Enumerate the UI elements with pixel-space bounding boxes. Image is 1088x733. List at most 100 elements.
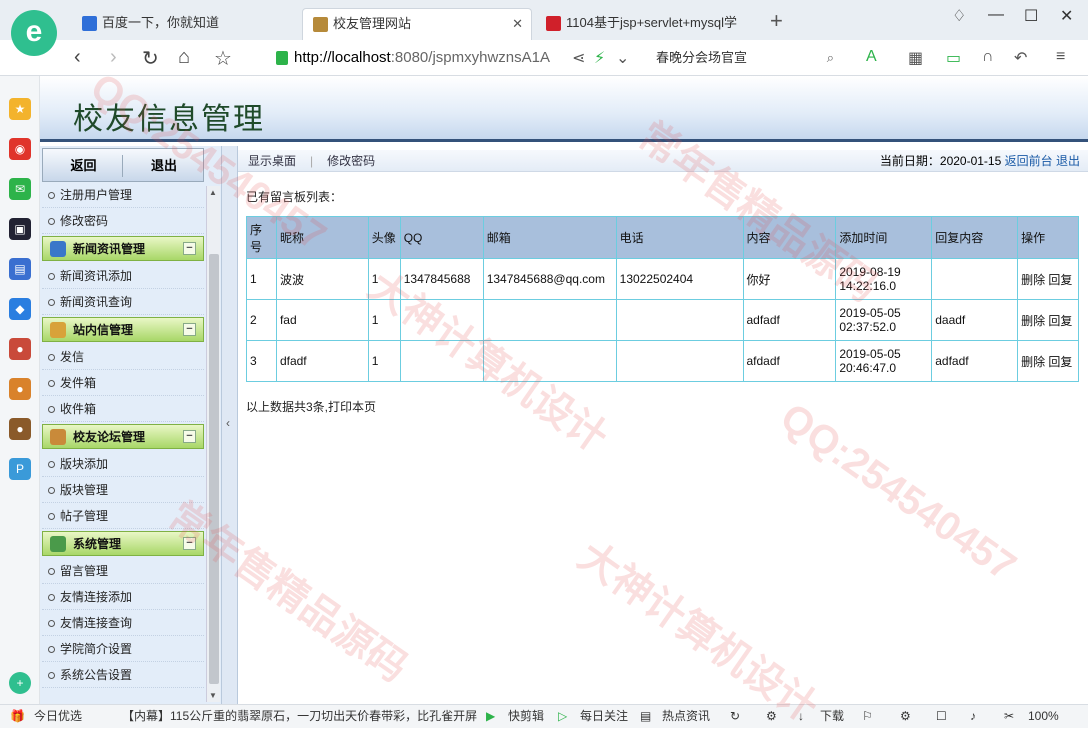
refresh-icon[interactable]: ↻ — [142, 46, 159, 71]
table-cell: 3 — [246, 340, 277, 382]
mail-icon[interactable]: ✉ — [9, 178, 31, 200]
game-icon-1[interactable]: ● — [9, 338, 31, 360]
sidebar-item[interactable]: 系统公告设置 — [42, 662, 204, 688]
news-ticker[interactable]: 【内幕】115公斤重的翡翠原石，一刀切出天价春带彩，比孔雀开屏 — [122, 705, 482, 727]
collapse-icon[interactable]: − — [183, 537, 196, 550]
screenshot-icon[interactable]: ✂ — [1004, 705, 1014, 727]
tab-baidu[interactable]: 百度一下，你就知道 — [72, 8, 297, 40]
battery-icon[interactable]: ▭ — [946, 48, 961, 68]
window-icon[interactable]: ☐ — [936, 705, 947, 727]
show-desktop-link[interactable]: 显示桌面 — [248, 154, 296, 168]
back-icon[interactable]: ‹ — [74, 46, 81, 69]
sidebar-item[interactable]: 收件箱 — [42, 396, 204, 422]
tab-1104[interactable]: 1104基于jsp+servlet+mysql学 — [536, 8, 766, 40]
download-icon[interactable]: ↓ — [798, 705, 804, 727]
refresh-small-icon[interactable]: ↻ — [730, 705, 740, 727]
scroll-thumb[interactable] — [209, 254, 219, 684]
sidebar-item[interactable]: 注册用户管理 — [42, 182, 204, 208]
reply-link[interactable]: 回复 — [1048, 273, 1072, 287]
collapse-icon[interactable]: − — [183, 323, 196, 336]
close-tab-icon[interactable]: ✕ — [512, 9, 523, 39]
undo-icon[interactable]: ↶ — [1014, 48, 1027, 68]
reply-link[interactable]: 回复 — [1048, 314, 1072, 328]
collapse-arrow-icon[interactable]: ‹ — [226, 416, 230, 430]
table-cell: daadf — [931, 299, 1019, 341]
game-icon-3[interactable]: ● — [9, 418, 31, 440]
sidebar-item[interactable]: 版块添加 — [42, 451, 204, 477]
sidebar-item[interactable]: 友情连接查询 — [42, 610, 204, 636]
hot-news-link[interactable]: 热点资讯 — [662, 705, 710, 727]
add-plus-icon[interactable]: + — [9, 672, 31, 694]
daily-focus-link[interactable]: 每日关注 — [580, 705, 628, 727]
sidebar-scrollbar[interactable]: ▲ ▼ — [206, 186, 220, 702]
change-password-link[interactable]: 修改密码 — [327, 154, 375, 168]
sidebar-group-label: 校友论坛管理 — [73, 430, 146, 444]
sidebar-splitter[interactable]: ‹ — [222, 146, 238, 704]
tab-active-xiaoyou[interactable]: 校友管理网站 ✕ — [302, 8, 532, 40]
sidebar-item[interactable]: 新闻资讯添加 — [42, 263, 204, 289]
sidebar-group[interactable]: 系统管理 − — [42, 531, 204, 556]
share-icon[interactable]: ⋖ — [572, 48, 585, 68]
collapse-icon[interactable]: − — [183, 430, 196, 443]
exit-button[interactable]: 退出 — [125, 155, 203, 177]
zoom-level[interactable]: 100% — [1028, 705, 1059, 727]
column-header: 操作 — [1017, 216, 1079, 259]
logout-link[interactable]: 退出 — [1056, 154, 1080, 168]
search-box[interactable]: 春晚分会场官宣 ⌕ — [648, 45, 840, 71]
sidebar-group[interactable]: 站内信管理 − — [42, 317, 204, 342]
sidebar-item[interactable]: 修改密码 — [42, 208, 204, 234]
volume-icon[interactable]: ♪ — [970, 705, 976, 727]
maximize-icon[interactable]: ☐ — [1024, 6, 1038, 26]
dropdown-icon[interactable]: ⌄ — [616, 48, 629, 68]
game-app-icon[interactable]: ▣ — [9, 218, 31, 240]
browser-logo-icon[interactable]: e — [11, 10, 57, 56]
favorites-star-icon[interactable]: ★ — [9, 98, 31, 120]
menu-icon[interactable]: ≡ — [1056, 48, 1065, 66]
browser-navbar: ‹ › ↻ ⌂ ☆ http://localhost:8080/jspmxyhw… — [0, 40, 1088, 76]
sidebar-item[interactable]: 版块管理 — [42, 477, 204, 503]
search-icon[interactable]: ⌕ — [827, 45, 834, 71]
sidebar-item[interactable]: 发信 — [42, 344, 204, 370]
sidebar-item[interactable]: 帖子管理 — [42, 503, 204, 529]
sidebar-item[interactable]: 友情连接添加 — [42, 584, 204, 610]
sidebar-item[interactable]: 留言管理 — [42, 558, 204, 584]
sidebar-item[interactable]: 新闻资讯查询 — [42, 289, 204, 315]
scroll-down-icon[interactable]: ▼ — [209, 691, 217, 700]
delete-link[interactable]: 删除 — [1021, 314, 1045, 328]
table-footer: 以上数据共3条,打印本页 — [246, 400, 377, 414]
back-front-link[interactable]: 返回前台 — [1005, 154, 1053, 168]
settings-icon[interactable]: ⚙ — [900, 705, 911, 727]
sidebar-group[interactable]: 新闻资讯管理 − — [42, 236, 204, 261]
weibo-icon[interactable]: ◉ — [9, 138, 31, 160]
headphones-icon[interactable]: ∩ — [982, 48, 994, 66]
message-table: 序号 昵称 头像 QQ 邮箱 电话 内容 添加时间 回复内容 操作 1 波波 1 1347845688 1… — [246, 216, 1079, 382]
close-window-icon[interactable]: ✕ — [1060, 6, 1073, 26]
collapse-icon[interactable]: − — [183, 242, 196, 255]
flag-icon[interactable]: ⚐ — [862, 705, 873, 727]
star-icon[interactable]: ☆ — [214, 46, 232, 71]
game-icon-2[interactable]: ● — [9, 378, 31, 400]
minimize-icon[interactable]: — — [988, 6, 1004, 24]
sidebar-item[interactable]: 发件箱 — [42, 370, 204, 396]
reply-link[interactable]: 回复 — [1048, 355, 1072, 369]
quick-clip-link[interactable]: 快剪辑 — [508, 705, 544, 727]
document-icon[interactable]: ▤ — [9, 258, 31, 280]
scroll-up-icon[interactable]: ▲ — [209, 188, 217, 197]
tools-icon[interactable]: ⚙ — [766, 705, 777, 727]
p-app-icon[interactable]: P — [9, 458, 31, 480]
lightning-icon[interactable]: ⚡ — [594, 48, 605, 68]
today-picks[interactable]: 今日优选 — [34, 705, 82, 727]
delete-link[interactable]: 删除 — [1021, 273, 1045, 287]
chat-icon[interactable]: ◆ — [9, 298, 31, 320]
sidebar-item[interactable]: 学院简介设置 — [42, 636, 204, 662]
sidebar-group[interactable]: 校友论坛管理 − — [42, 424, 204, 449]
shirt-skin-icon[interactable]: ♢ — [952, 6, 966, 26]
download-link[interactable]: 下载 — [820, 705, 844, 727]
new-tab-icon[interactable]: + — [770, 8, 783, 34]
back-button[interactable]: 返回 — [45, 155, 123, 177]
home-icon[interactable]: ⌂ — [178, 46, 190, 69]
delete-link[interactable]: 删除 — [1021, 355, 1045, 369]
forward-icon[interactable]: › — [110, 46, 117, 69]
apps-grid-icon[interactable]: ▦ — [908, 48, 923, 68]
translate-icon[interactable]: A — [866, 48, 877, 66]
